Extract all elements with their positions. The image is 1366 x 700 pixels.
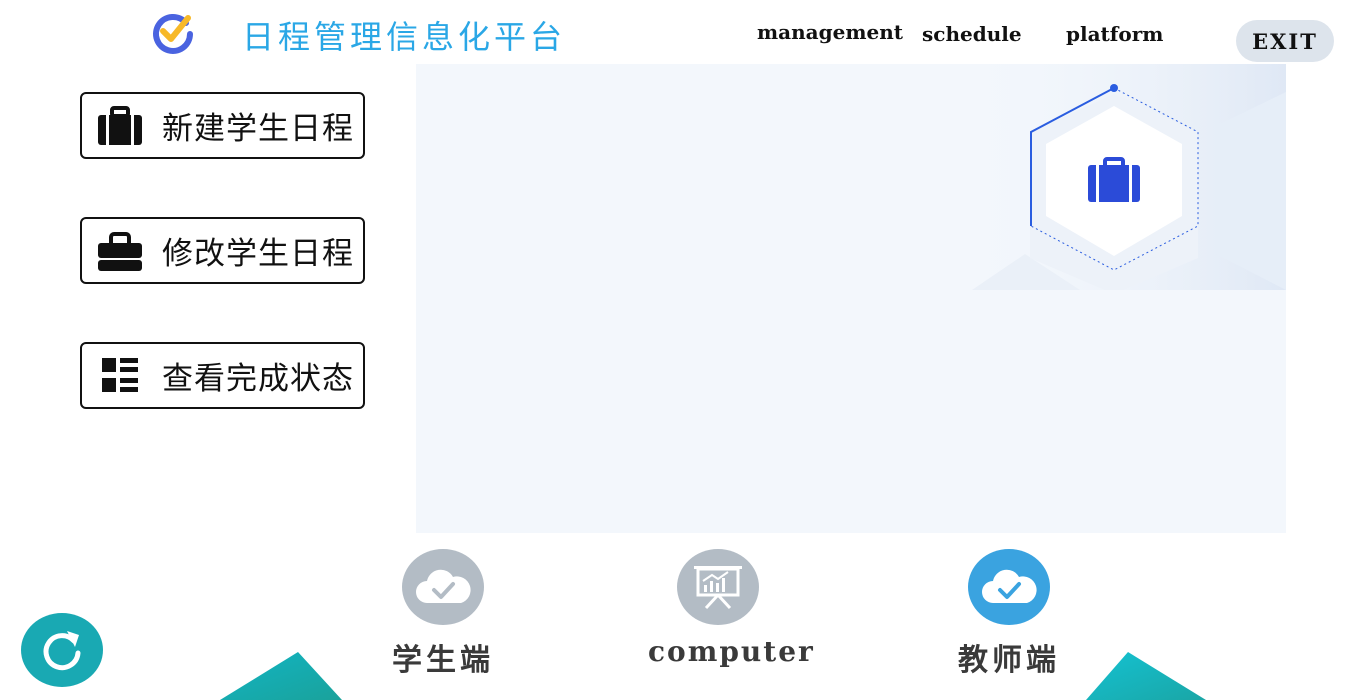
cloud-check-icon bbox=[982, 569, 1037, 603]
role-student-label: 学生端 bbox=[392, 643, 494, 678]
role-computer-circle bbox=[677, 549, 759, 625]
hero-briefcase-icon bbox=[1088, 157, 1140, 202]
nav-platform[interactable]: platform bbox=[1066, 22, 1163, 46]
bag-icon bbox=[98, 231, 142, 271]
new-schedule-button[interactable]: 新建学生日程 bbox=[80, 92, 365, 159]
role-student[interactable]: 学生端 bbox=[388, 549, 498, 679]
cloud-check-icon bbox=[416, 569, 471, 603]
role-teacher-label: 教师端 bbox=[958, 643, 1060, 678]
role-computer[interactable]: computer bbox=[648, 549, 815, 668]
refresh-icon bbox=[43, 631, 81, 671]
presentation-chart-icon bbox=[694, 566, 742, 610]
role-teacher-circle bbox=[968, 549, 1050, 625]
hexagon-illustration bbox=[950, 64, 1286, 290]
role-student-circle bbox=[402, 549, 484, 625]
nav-management[interactable]: management bbox=[757, 20, 903, 44]
edit-schedule-button[interactable]: 修改学生日程 bbox=[80, 217, 365, 284]
role-teacher[interactable]: 教师端 bbox=[954, 549, 1064, 679]
edit-schedule-label: 修改学生日程 bbox=[162, 236, 354, 272]
exit-button[interactable]: EXIT bbox=[1236, 20, 1334, 62]
view-status-button[interactable]: 查看完成状态 bbox=[80, 342, 365, 409]
logo-check-icon bbox=[153, 14, 193, 54]
new-schedule-label: 新建学生日程 bbox=[162, 111, 354, 147]
briefcase-icon bbox=[98, 105, 142, 145]
nav-schedule[interactable]: schedule bbox=[922, 22, 1022, 46]
app-title: 日程管理信息化平台 bbox=[242, 18, 567, 56]
decorative-triangle-left bbox=[220, 652, 342, 700]
list-icon bbox=[102, 357, 138, 392]
refresh-button[interactable] bbox=[21, 613, 103, 687]
app-root: 日程管理信息化平台 management schedule platform E… bbox=[0, 0, 1366, 700]
view-status-label: 查看完成状态 bbox=[162, 361, 354, 397]
role-computer-label: computer bbox=[648, 635, 815, 668]
decorative-triangle-right bbox=[1086, 652, 1206, 700]
